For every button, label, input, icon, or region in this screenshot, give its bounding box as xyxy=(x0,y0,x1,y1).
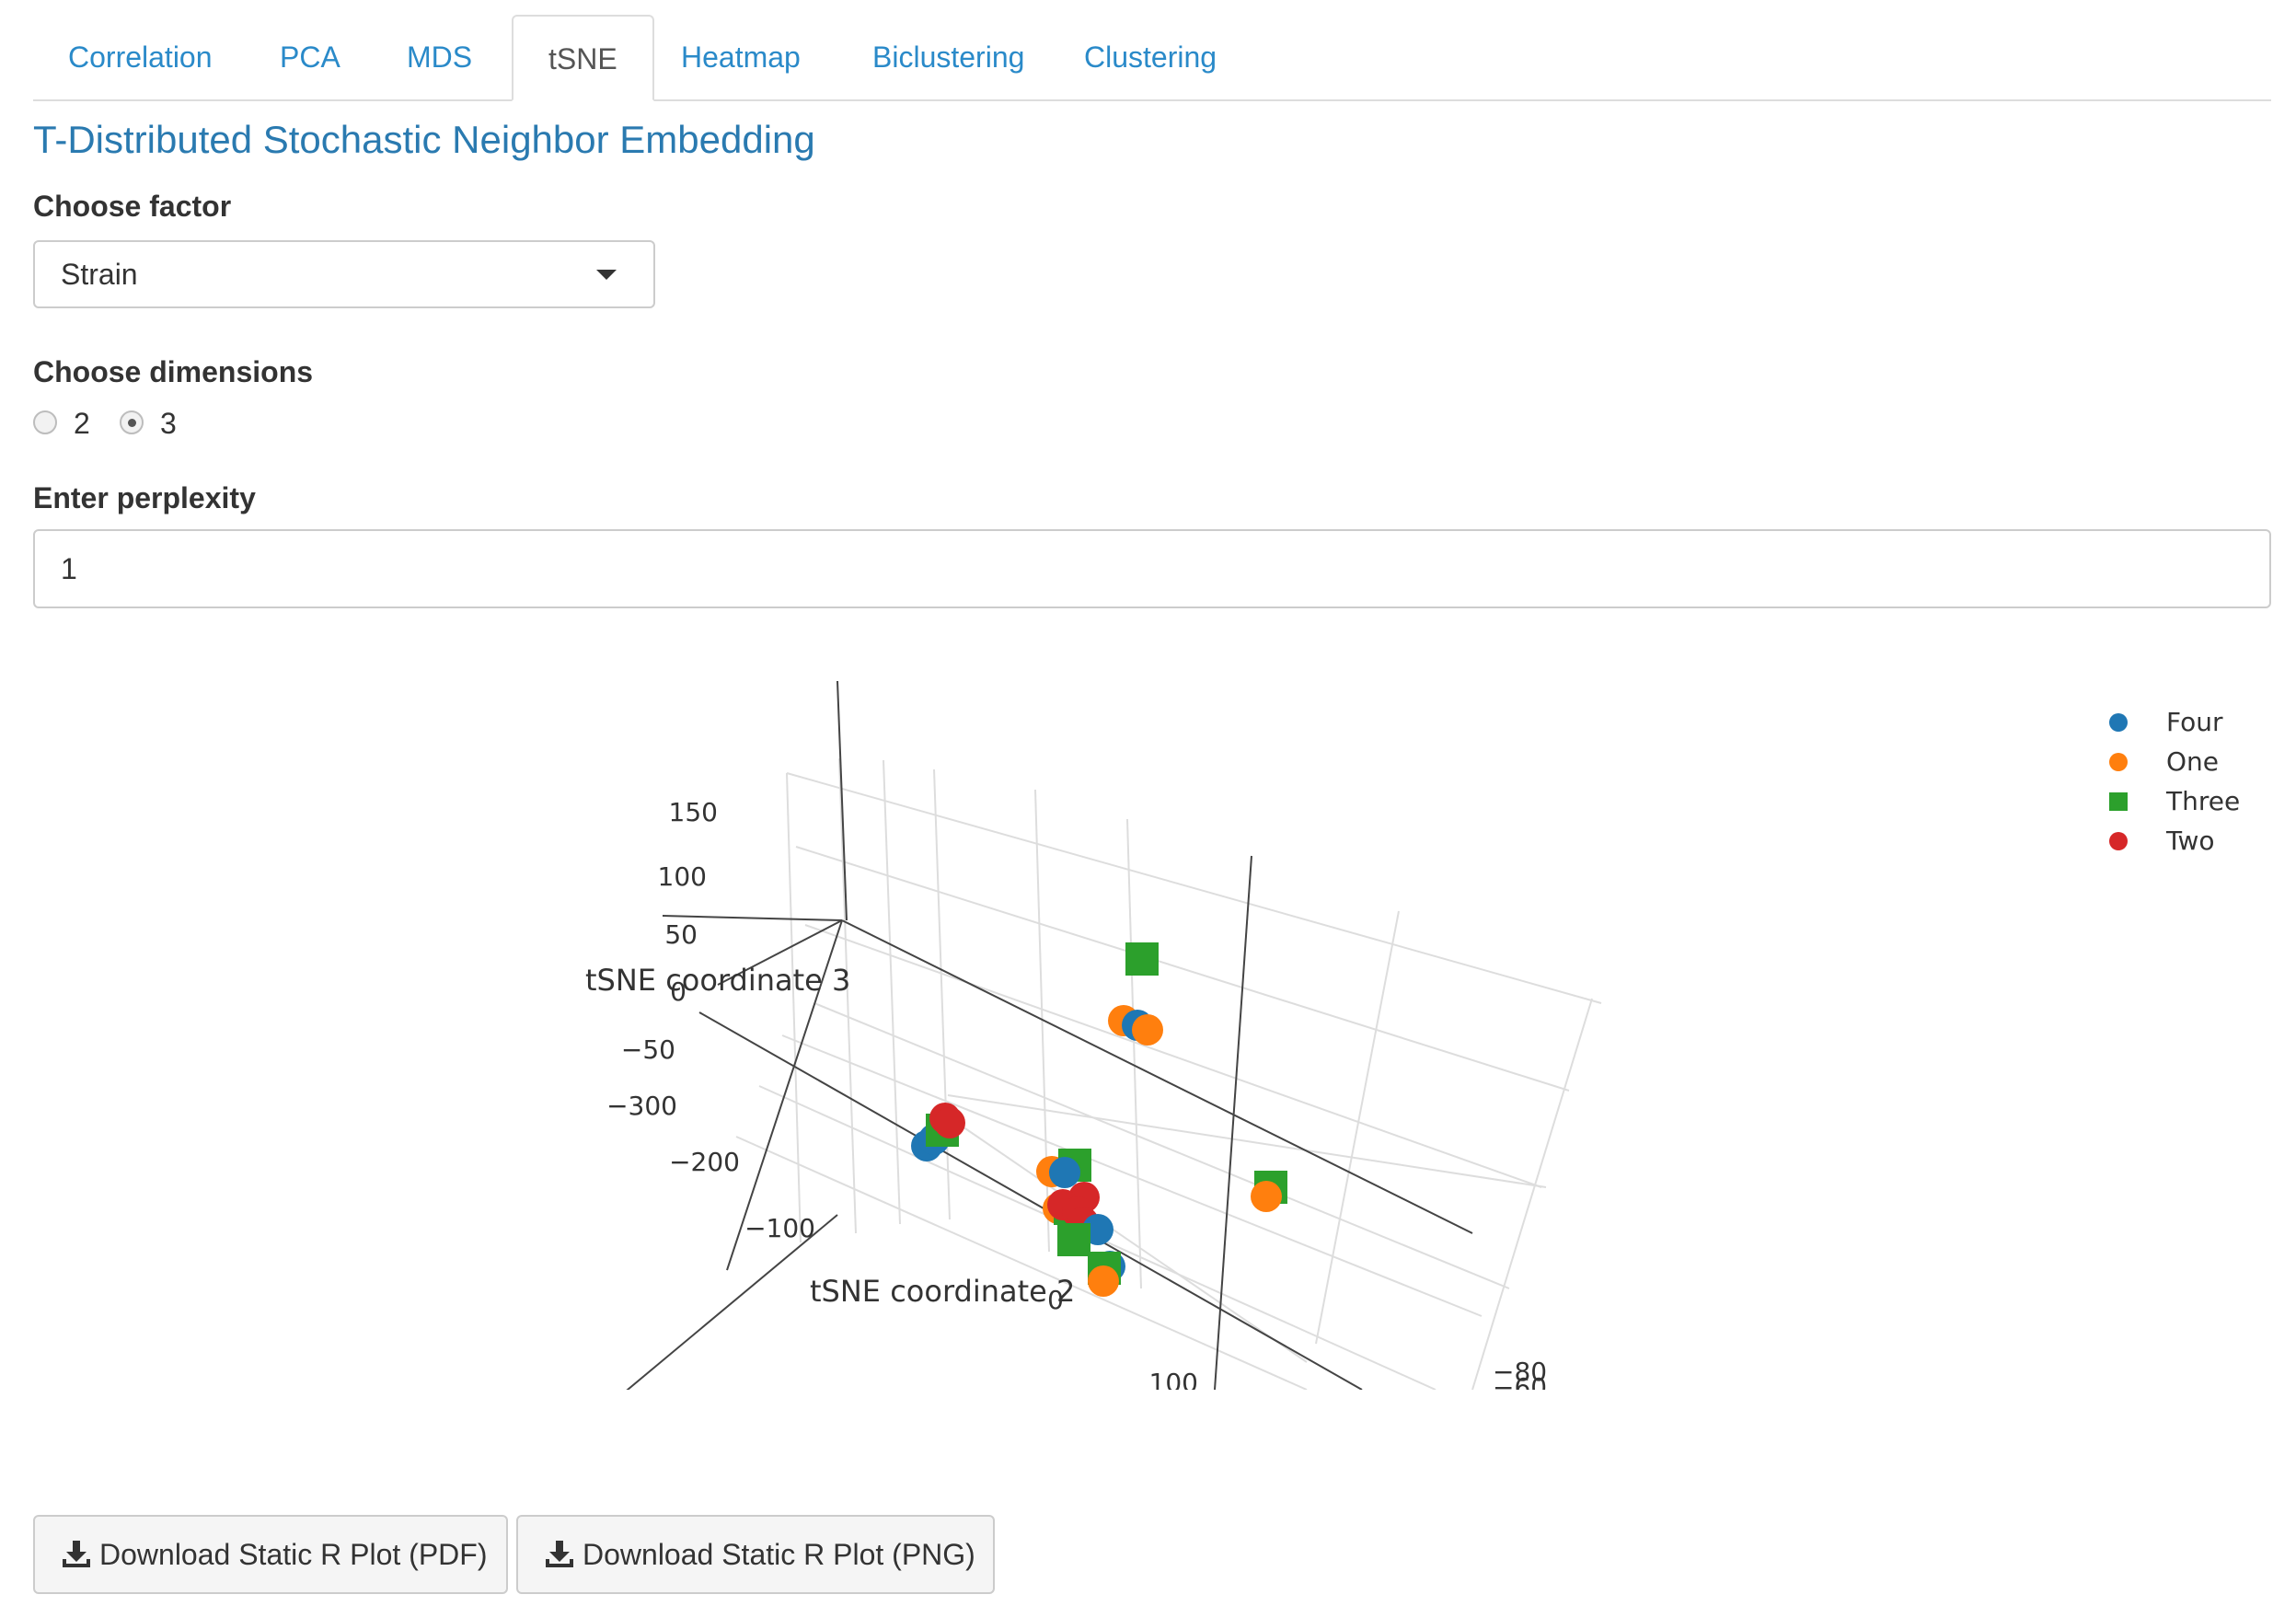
radio-dimension-3[interactable] xyxy=(120,410,144,434)
grid-line xyxy=(786,772,1602,1004)
grid-line xyxy=(795,846,1570,1092)
circle-marker-icon xyxy=(2109,832,2128,850)
tab-correlation[interactable]: Correlation xyxy=(33,15,248,99)
app-window: Correlation PCA MDS tSNE Heatmap Biclust… xyxy=(0,0,2296,1606)
z-tick-label: 150 xyxy=(669,797,718,827)
download-icon xyxy=(546,1541,573,1567)
perplexity-input[interactable] xyxy=(33,529,2271,608)
axis-line xyxy=(1214,855,1252,1390)
y-axis-ticks: −300 −200 −100 0 100 xyxy=(606,1091,1198,1390)
grid-line xyxy=(883,759,901,1225)
perplexity-label: Enter perplexity xyxy=(33,481,256,514)
download-png-button[interactable]: Download Static R Plot (PNG) xyxy=(516,1515,995,1594)
z-axis-title: tSNE coordinate 3 xyxy=(585,963,850,998)
download-icon xyxy=(63,1541,90,1567)
square-marker-icon xyxy=(2109,792,2128,811)
x-tick-label: −60 xyxy=(1493,1372,1547,1390)
tab-heatmap[interactable]: Heatmap xyxy=(646,15,836,99)
factor-select-value: Strain xyxy=(61,258,138,291)
radio-dimension-2[interactable] xyxy=(33,410,57,434)
data-point-four[interactable] xyxy=(1049,1157,1080,1188)
download-pdf-button[interactable]: Download Static R Plot (PDF) xyxy=(33,1515,508,1594)
grid-line xyxy=(1126,818,1142,1289)
download-png-label: Download Static R Plot (PNG) xyxy=(583,1538,975,1571)
tab-tsne[interactable]: tSNE xyxy=(512,15,654,101)
factor-label: Choose factor xyxy=(33,190,232,223)
circle-marker-icon xyxy=(2109,713,2128,732)
circle-marker-icon xyxy=(2109,753,2128,771)
tab-clustering[interactable]: Clustering xyxy=(1049,15,1252,99)
y-tick-label: −100 xyxy=(744,1213,815,1243)
z-axis-ticks: 150 100 50 0 −50 xyxy=(621,797,718,1065)
radio-dimension-2-label[interactable]: 2 xyxy=(74,407,90,440)
y-tick-label: −200 xyxy=(669,1147,740,1177)
data-point-one[interactable] xyxy=(1251,1181,1282,1212)
y-tick-label: −300 xyxy=(606,1091,677,1121)
data-point-one[interactable] xyxy=(1088,1265,1119,1297)
plot-canvas[interactable]: 150 100 50 0 −50 tSNE coordinate 3 −300 … xyxy=(552,681,1840,1390)
grid-line xyxy=(1471,998,1593,1390)
grid-line xyxy=(735,1136,1308,1390)
y-tick-label: 100 xyxy=(1149,1368,1198,1390)
tab-mds[interactable]: MDS xyxy=(372,15,507,99)
legend-label: Three xyxy=(2166,786,2241,816)
tab-pca[interactable]: PCA xyxy=(245,15,375,99)
factor-select[interactable]: Strain xyxy=(33,240,655,308)
page-title: T-Distributed Stochastic Neighbor Embedd… xyxy=(33,118,815,161)
dimensions-label: Choose dimensions xyxy=(33,355,314,388)
axis-line xyxy=(836,681,848,921)
legend-label: One xyxy=(2166,746,2220,777)
legend-label: Two xyxy=(2166,826,2215,856)
tab-biclustering[interactable]: Biclustering xyxy=(837,15,1059,99)
data-point-two[interactable] xyxy=(934,1107,965,1138)
tab-bar: Correlation PCA MDS tSNE Heatmap Biclust… xyxy=(33,15,2271,101)
download-pdf-label: Download Static R Plot (PDF) xyxy=(99,1538,488,1571)
chevron-down-icon xyxy=(596,270,617,280)
radio-dimension-3-label[interactable]: 3 xyxy=(160,407,177,440)
legend-label: Four xyxy=(2166,707,2223,737)
data-point-one[interactable] xyxy=(1132,1014,1163,1046)
grid-line xyxy=(786,772,802,1243)
z-tick-label: −50 xyxy=(621,1034,675,1065)
z-tick-label: 100 xyxy=(658,861,707,892)
data-point-three[interactable] xyxy=(1125,942,1159,976)
z-tick-label: 50 xyxy=(664,919,698,950)
data-point-three[interactable] xyxy=(1057,1223,1090,1256)
grid-line xyxy=(956,1122,1308,1363)
tsne-3d-plot[interactable]: 150 100 50 0 −50 tSNE coordinate 3 −300 … xyxy=(552,681,1840,1390)
y-axis-title: tSNE coordinate 2 xyxy=(810,1274,1075,1309)
x-axis-ticks: −80 −60 xyxy=(1493,1357,1547,1390)
